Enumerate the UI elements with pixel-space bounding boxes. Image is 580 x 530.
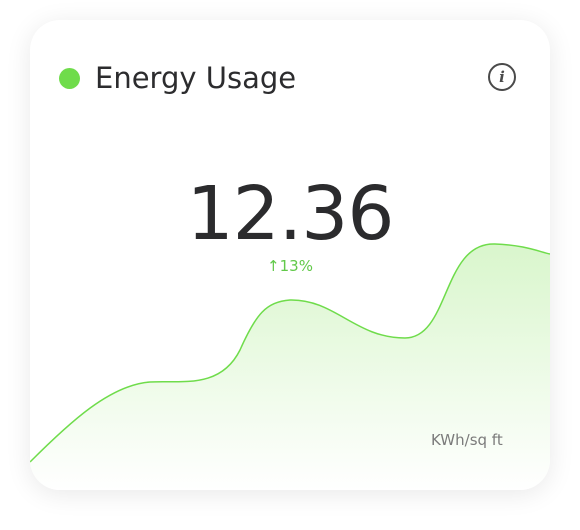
status-dot-icon [59,68,80,89]
change-percent: 13% [279,257,313,275]
energy-usage-card: Energy Usage i 12.36 ↑13% KWh/sq ft [30,20,550,490]
card-title: Energy Usage [95,61,297,95]
energy-value: 12.36 [186,171,395,257]
usage-trend-area [30,243,550,490]
unit-label: KWh/sq ft [431,431,503,449]
arrow-up-icon: ↑ [267,257,280,275]
info-icon-glyph: i [499,67,505,86]
change-indicator: ↑13% [30,256,550,276]
info-icon[interactable]: i [488,63,516,91]
